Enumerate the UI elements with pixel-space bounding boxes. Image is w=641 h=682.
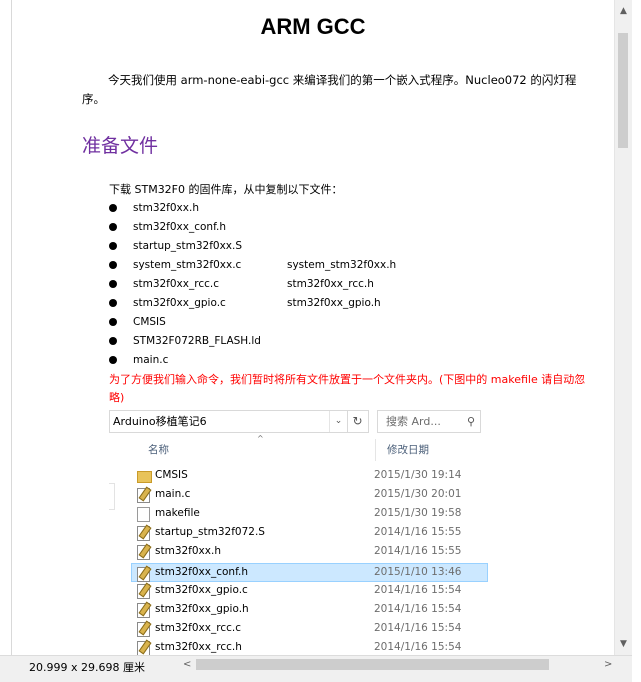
- scroll-left-icon[interactable]: <: [183, 659, 191, 670]
- file-icon: [137, 507, 150, 522]
- left-margin: [0, 0, 12, 655]
- status-bar: 20.999 x 29.698 厘米 < >: [0, 655, 632, 682]
- edit-file-icon: [137, 567, 150, 582]
- page-title: ARM GCC: [260, 14, 366, 39]
- list-item: stm32f0xx_conf.h: [109, 218, 589, 237]
- scroll-thumb[interactable]: [618, 33, 628, 148]
- edit-file-icon: [137, 641, 150, 655]
- window-edge: [632, 0, 641, 681]
- download-text: 下载 STM32F0 的固件库，从中复制以下文件：: [109, 183, 343, 196]
- bullet-icon: [109, 318, 117, 326]
- bullet-icon: [109, 356, 117, 364]
- list-item: stm32f0xx_rcc.c stm32f0xx_rcc.h: [109, 275, 589, 294]
- list-item: stm32f0xx.h: [109, 199, 589, 218]
- file-row[interactable]: CMSIS 2015/1/30 19:14: [132, 466, 487, 485]
- bullet-icon: [109, 204, 117, 212]
- intro-paragraph: 今天我们使用 arm-none-eabi-gcc 来编译我们的第一个嵌入式程序。…: [82, 73, 577, 106]
- file-list: stm32f0xx.h stm32f0xx_conf.h startup_stm…: [109, 199, 589, 370]
- section-heading: 准备文件: [82, 135, 159, 157]
- column-header-date[interactable]: 修改日期: [387, 439, 429, 461]
- chevron-down-icon[interactable]: ⌄: [329, 411, 347, 432]
- vertical-scrollbar[interactable]: ▲ ▼: [614, 0, 632, 655]
- scroll-down-icon[interactable]: ▼: [615, 639, 632, 649]
- explorer-screenshot: Arduino移植笔记6 ⌄ ↻ 搜索 Ard... ⚲ ^ 名称 修改日期 C…: [109, 408, 488, 655]
- list-item: STM32F072RB_FLASH.ld: [109, 332, 589, 351]
- list-item: CMSIS: [109, 313, 589, 332]
- document-page: ARM GCC 今天我们使用 arm-none-eabi-gcc 来编译我们的第…: [12, 0, 614, 655]
- file-row[interactable]: makefile 2015/1/30 19:58: [132, 504, 487, 523]
- file-row[interactable]: stm32f0xx_rcc.h 2014/1/16 15:54: [132, 638, 487, 655]
- sort-arrow-icon: ^: [257, 434, 264, 443]
- file-row[interactable]: startup_stm32f072.S 2014/1/16 15:55: [132, 523, 487, 542]
- address-text: Arduino移植笔记6: [113, 415, 207, 428]
- file-row-selected[interactable]: stm32f0xx_conf.h 2015/1/10 13:46: [131, 563, 488, 582]
- address-bar[interactable]: Arduino移植笔记6 ⌄: [109, 410, 348, 433]
- bullet-icon: [109, 299, 117, 307]
- list-item: system_stm32f0xx.c system_stm32f0xx.h: [109, 256, 589, 275]
- bullet-icon: [109, 223, 117, 231]
- list-item: stm32f0xx_gpio.c stm32f0xx_gpio.h: [109, 294, 589, 313]
- search-placeholder: 搜索 Ard...: [386, 415, 441, 428]
- list-item: startup_stm32f0xx.S: [109, 237, 589, 256]
- refresh-icon[interactable]: ↻: [347, 410, 369, 433]
- nav-pane-edge: [109, 483, 115, 510]
- edit-file-icon: [137, 488, 150, 503]
- search-icon: ⚲: [466, 415, 475, 428]
- file-row[interactable]: stm32f0xx.h 2014/1/16 15:55: [132, 542, 487, 561]
- scroll-up-icon[interactable]: ▲: [615, 6, 632, 16]
- bullet-icon: [109, 261, 117, 269]
- edit-file-icon: [137, 584, 150, 599]
- file-row[interactable]: main.c 2015/1/30 20:01: [132, 485, 487, 504]
- bullet-icon: [109, 337, 117, 345]
- horizontal-scroll-thumb[interactable]: [196, 659, 549, 670]
- edit-file-icon: [137, 545, 150, 560]
- search-input[interactable]: 搜索 Ard... ⚲: [377, 410, 481, 433]
- column-divider: [375, 439, 376, 461]
- bullet-icon: [109, 242, 117, 250]
- edit-file-icon: [137, 526, 150, 541]
- column-header-name[interactable]: 名称: [148, 439, 169, 461]
- scroll-right-icon[interactable]: >: [604, 659, 612, 670]
- bullet-icon: [109, 280, 117, 288]
- folder-icon: [137, 471, 152, 483]
- page-size-readout: 20.999 x 29.698 厘米: [29, 661, 145, 674]
- file-row[interactable]: stm32f0xx_gpio.c 2014/1/16 15:54: [132, 581, 487, 600]
- red-note: 为了方便我们输入命令，我们暂时将所有文件放置于一个文件夹内。(下图中的 make…: [109, 373, 586, 404]
- file-row[interactable]: stm32f0xx_rcc.c 2014/1/16 15:54: [132, 619, 487, 638]
- list-item: main.c: [109, 351, 589, 370]
- edit-file-icon: [137, 603, 150, 618]
- file-row[interactable]: stm32f0xx_gpio.h 2014/1/16 15:54: [132, 600, 487, 619]
- edit-file-icon: [137, 622, 150, 637]
